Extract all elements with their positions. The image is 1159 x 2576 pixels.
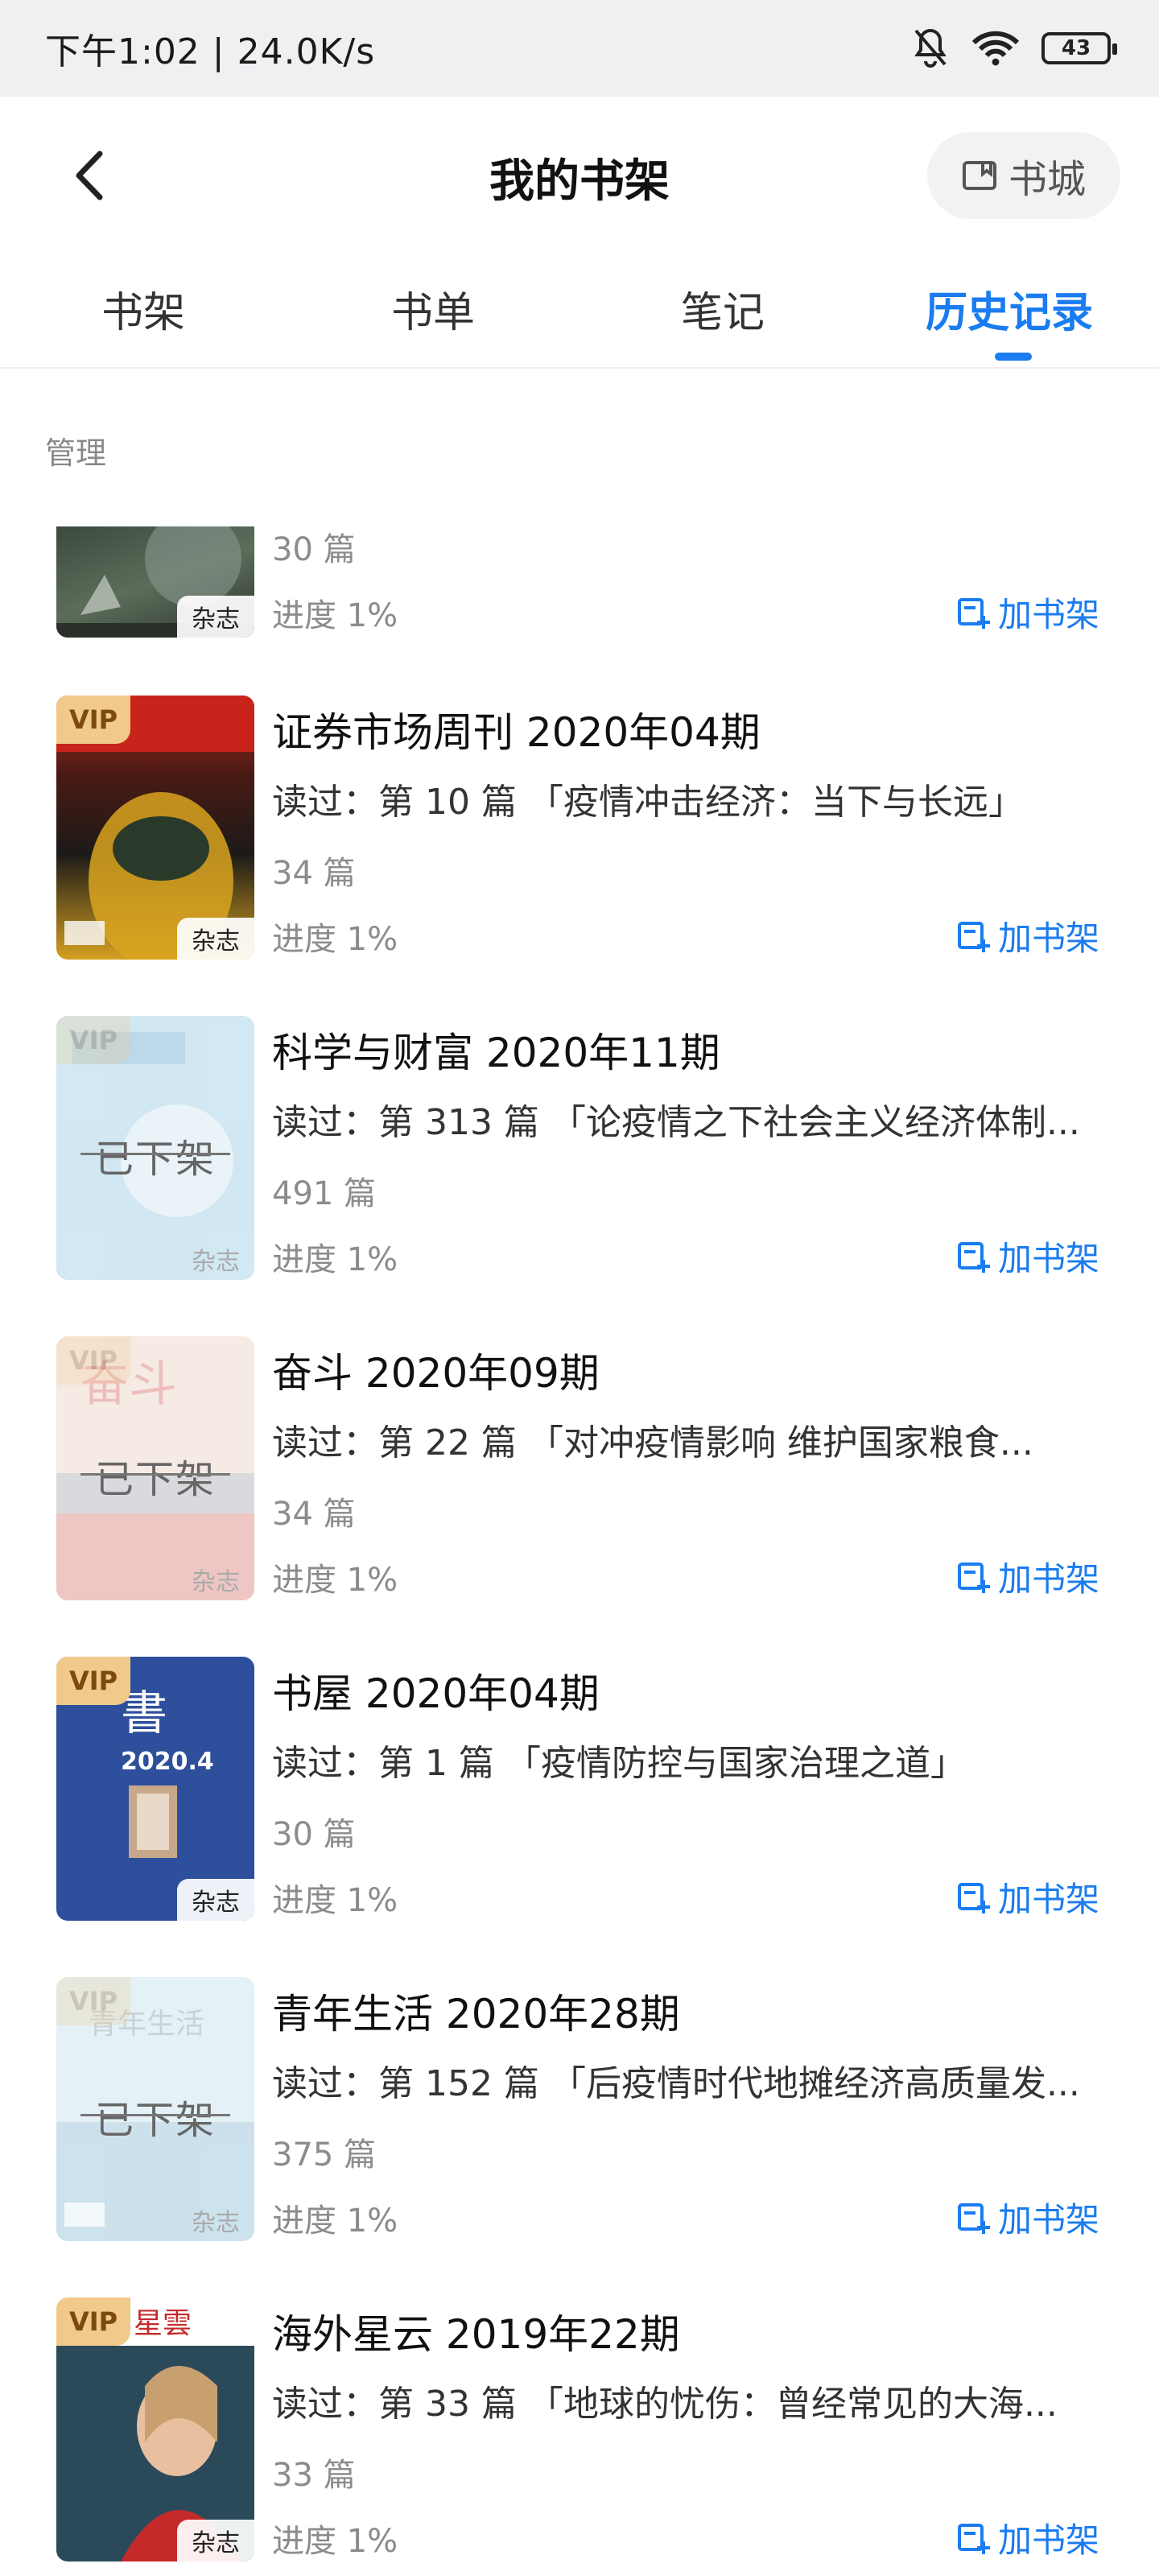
book-cover: 奋斗 VIP 已下架 杂志	[56, 1336, 254, 1600]
header: 我的书架 书城	[0, 97, 1159, 258]
book-cover: 書 2020.4 VIP 杂志	[56, 1657, 254, 1921]
item-progress: 进度 1%	[272, 2523, 398, 2560]
tab-bookshelf[interactable]: 书架	[101, 279, 185, 339]
mute-bell-icon	[911, 27, 950, 69]
add-shelf-icon	[957, 1882, 990, 1913]
store-icon	[962, 161, 996, 190]
add-shelf-icon	[957, 597, 990, 629]
vip-badge: VIP	[56, 2297, 130, 2346]
add-shelf-label: 加书架	[997, 1559, 1099, 1599]
add-shelf-icon	[957, 921, 990, 952]
item-count: 491 篇	[272, 1175, 377, 1212]
vip-badge: VIP	[56, 696, 130, 744]
item-last-read: 读过：第 10 篇 「疫情冲击经济：当下与长远」	[272, 782, 1024, 823]
magazine-tag: 杂志	[177, 2520, 254, 2562]
list-item[interactable]: 杂志 30 篇 进度 1% 加书架	[0, 462, 1159, 647]
list-item[interactable]: VIP 杂志 证券市场周刊 2020年04期 读过：第 10 篇 「疫情冲击经济…	[0, 696, 1159, 1016]
item-title: 科学与财富 2020年11期	[272, 1030, 720, 1076]
add-shelf-label: 加书架	[997, 1880, 1099, 1919]
book-cover: 星雲 VIP 杂志	[56, 2297, 254, 2562]
item-last-read: 读过：第 33 篇 「地球的忧伤：曾经常见的大海...	[272, 2384, 1058, 2425]
magazine-tag: 杂志	[192, 2209, 240, 2237]
item-progress: 进度 1%	[272, 921, 398, 958]
add-shelf-icon	[957, 1562, 990, 1593]
item-progress: 进度 1%	[272, 1562, 398, 1599]
book-cover: VIP 杂志	[56, 696, 254, 960]
item-last-read: 读过：第 313 篇 「论疫情之下社会主义经济体制...	[272, 1102, 1080, 1143]
store-label: 书城	[1008, 157, 1086, 202]
item-count: 34 篇	[272, 855, 356, 892]
add-to-shelf-button[interactable]: 加书架	[956, 1552, 1099, 1601]
item-title: 青年生活 2020年28期	[272, 1991, 680, 2037]
status-icons: 43	[911, 27, 1117, 69]
magazine-tag: 杂志	[177, 596, 254, 638]
item-count: 30 篇	[272, 1816, 356, 1853]
status-time-speed: 下午1:02 | 24.0K/s	[45, 31, 376, 72]
list-item[interactable]: VIP 已下架 杂志 科学与财富 2020年11期 读过：第 313 篇 「论疫…	[0, 1016, 1159, 1336]
add-shelf-label: 加书架	[997, 595, 1099, 634]
add-to-shelf-button[interactable]: 加书架	[956, 1232, 1099, 1281]
vip-badge: VIP	[56, 1977, 130, 2025]
off-shelf-label: 已下架	[56, 1447, 254, 1504]
off-shelf-label: 已下架	[56, 1127, 254, 1183]
item-title: 书屋 2020年04期	[272, 1670, 600, 1717]
tab-active-indicator	[995, 353, 1032, 361]
item-progress: 进度 1%	[272, 1882, 398, 1919]
add-shelf-label: 加书架	[997, 1239, 1099, 1278]
item-progress: 进度 1%	[272, 2202, 398, 2240]
vip-badge: VIP	[56, 1657, 130, 1705]
list-item[interactable]: 星雲 VIP 杂志 海外星云 2019年22期 读过：第 33 篇 「地球的忧伤…	[0, 2297, 1159, 2576]
item-last-read: 读过：第 152 篇 「后疫情时代地摊经济高质量发...	[272, 2063, 1080, 2104]
book-cover: 青年生活 VIP 已下架 杂志	[56, 1977, 254, 2241]
book-cover: VIP 已下架 杂志	[56, 1016, 254, 1280]
item-title: 证券市场周刊 2020年04期	[272, 709, 761, 756]
magazine-tag: 杂志	[192, 1248, 240, 1276]
svg-text:2020.4: 2020.4	[121, 1748, 214, 1776]
item-count: 33 篇	[272, 2457, 356, 2494]
magazine-tag: 杂志	[192, 1568, 240, 1596]
add-shelf-icon	[957, 1241, 990, 1273]
item-count: 34 篇	[272, 1496, 356, 1533]
book-cover: 杂志	[56, 526, 254, 638]
item-count: 30 篇	[272, 531, 356, 568]
vip-badge: VIP	[56, 1016, 130, 1064]
tab-booklist[interactable]: 书单	[391, 279, 475, 339]
add-shelf-icon	[957, 2202, 990, 2234]
add-to-shelf-button[interactable]: 加书架	[956, 2513, 1099, 2562]
tab-notes[interactable]: 笔记	[681, 279, 765, 339]
item-progress: 进度 1%	[272, 1241, 398, 1278]
svg-text:星雲: 星雲	[134, 2307, 192, 2340]
vip-badge: VIP	[56, 1336, 130, 1385]
battery-indicator: 43	[1041, 32, 1117, 64]
battery-level: 43	[1061, 36, 1091, 60]
item-last-read: 读过：第 22 篇 「对冲疫情影响 维护国家粮食...	[272, 1422, 1033, 1463]
list-item[interactable]: 青年生活 VIP 已下架 杂志 青年生活 2020年28期 读过：第 152 篇…	[0, 1977, 1159, 2297]
add-to-shelf-button[interactable]: 加书架	[956, 911, 1099, 960]
add-to-shelf-button[interactable]: 加书架	[956, 588, 1099, 637]
magazine-tag: 杂志	[177, 1879, 254, 1921]
item-title: 海外星云 2019年22期	[272, 2311, 680, 2358]
item-title: 奋斗 2020年09期	[272, 1350, 600, 1397]
item-count: 375 篇	[272, 2136, 377, 2174]
list-item[interactable]: 書 2020.4 VIP 杂志 书屋 2020年04期 读过：第 1 篇 「疫情防…	[0, 1657, 1159, 1977]
item-last-read: 读过：第 1 篇 「疫情防控与国家治理之道」	[272, 1743, 966, 1784]
add-to-shelf-button[interactable]: 加书架	[956, 1872, 1099, 1922]
off-shelf-label: 已下架	[56, 2088, 254, 2145]
list-item[interactable]: 奋斗 VIP 已下架 杂志 奋斗 2020年09期 读过：第 22 篇 「对冲疫…	[0, 1336, 1159, 1657]
add-shelf-label: 加书架	[997, 919, 1099, 958]
item-progress: 进度 1%	[272, 597, 398, 634]
add-shelf-label: 加书架	[997, 2520, 1099, 2560]
tab-history[interactable]: 历史记录	[926, 279, 1093, 339]
magazine-tag: 杂志	[177, 918, 254, 960]
add-to-shelf-button[interactable]: 加书架	[956, 2193, 1099, 2242]
add-shelf-icon	[957, 2523, 990, 2554]
wifi-icon	[972, 30, 1019, 67]
tab-bar: 书架 书单 笔记 历史记录	[0, 258, 1159, 369]
add-shelf-label: 加书架	[997, 2200, 1099, 2240]
status-bar: 下午1:02 | 24.0K/s 43	[0, 0, 1159, 97]
book-store-button[interactable]: 书城	[927, 132, 1120, 219]
